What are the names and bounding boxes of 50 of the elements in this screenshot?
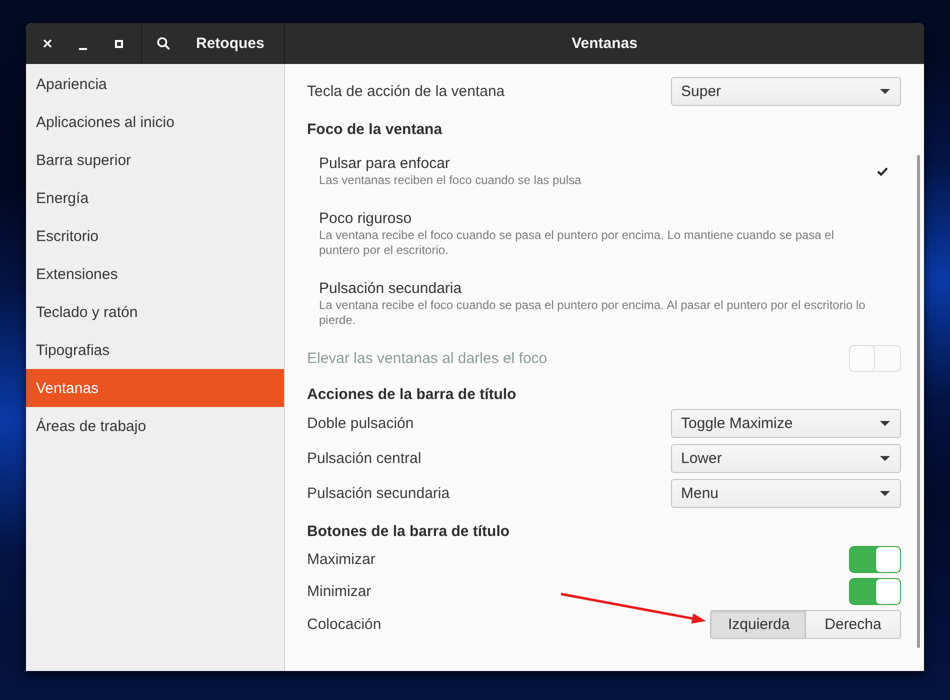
- minimize-icon: [79, 48, 87, 50]
- caret-icon: [880, 89, 890, 94]
- sidebar-item[interactable]: Tipografias: [26, 331, 284, 369]
- section-heading: Botones de la barra de título: [307, 522, 511, 542]
- sidebar-item[interactable]: Áreas de trabajo: [26, 407, 284, 445]
- option-label: Pulsar para enfocar: [319, 155, 450, 173]
- setting-label: Minimizar: [307, 583, 372, 600]
- maximize-icon: [115, 40, 123, 48]
- sidebar-item[interactable]: Teclado y ratón: [26, 293, 284, 331]
- sidebar-item[interactable]: Barra superior: [26, 141, 284, 179]
- dropdown[interactable]: Menu: [671, 479, 901, 508]
- sidebar-item[interactable]: Energía: [26, 179, 284, 217]
- setting-label: Maximizar: [307, 551, 376, 568]
- segment-button[interactable]: Izquierda: [710, 610, 806, 639]
- toggle-switch[interactable]: [849, 546, 901, 573]
- search-icon: [156, 37, 170, 50]
- setting-label: Colocación: [307, 616, 382, 633]
- option-description: Las ventanas reciben el foco cuando se las pulsa: [319, 173, 582, 188]
- dropdown[interactable]: Super: [671, 77, 901, 106]
- app-title: Retoques: [195, 35, 264, 52]
- setting-label: Doble pulsación: [307, 415, 414, 432]
- caret-icon: [880, 456, 890, 461]
- sidebar-item[interactable]: Apariencia: [26, 65, 284, 103]
- sidebar-item[interactable]: Aplicaciones al inicio: [26, 103, 284, 141]
- sidebar-item[interactable]: Escritorio: [26, 217, 284, 255]
- page-title: Ventanas: [572, 35, 638, 52]
- setting-label: Pulsación central: [307, 450, 422, 467]
- caret-icon: [880, 421, 890, 426]
- caret-icon: [880, 491, 890, 496]
- segment-button[interactable]: Derecha: [806, 610, 901, 639]
- setting-label: Elevar las ventanas al darles el foco: [307, 350, 548, 366]
- setting-label: Pulsación secundaria: [307, 485, 450, 502]
- focus-option[interactable]: Pulsación secundaria La ventana recibe el foco cuando se pasa el puntero por encima. Al pasar el puntero por el escritorio lo pierde.: [319, 280, 901, 328]
- section-heading: Acciones de la barra de título: [307, 385, 518, 405]
- sidebar-item[interactable]: Extensiones: [26, 255, 284, 293]
- option-label: Pulsación secundaria: [319, 280, 462, 298]
- section-heading: Foco de la ventana: [307, 120, 444, 140]
- toggle-switch[interactable]: [849, 578, 901, 605]
- option-description: La ventana recibe el foco cuando se pasa el puntero por encima. Al pasar el puntero por el escritorio lo pierde.: [319, 298, 866, 328]
- scrollbar-thumb[interactable]: [917, 155, 920, 648]
- sidebar-item[interactable]: Ventanas: [26, 369, 284, 407]
- close-icon: [42, 39, 52, 48]
- setting-label: Tecla de acción de la ventana: [307, 83, 505, 100]
- option-label: Poco riguroso: [319, 210, 412, 228]
- focus-option[interactable]: Pulsar para enfocar Las ventanas reciben el foco cuando se las pulsa: [319, 155, 901, 188]
- check-icon: [877, 167, 888, 176]
- option-description: La ventana recibe el foco cuando se pasa el puntero por encima. Lo mantiene cuando se pasa el puntero por el escritorio.: [319, 228, 836, 258]
- dropdown[interactable]: Toggle Maximize: [671, 409, 901, 438]
- focus-option[interactable]: Poco riguroso La ventana recibe el foco cuando se pasa el puntero por encima. Lo mantiene cuando se pasa el puntero por el escritorio.: [319, 210, 901, 258]
- dropdown[interactable]: Lower: [671, 444, 901, 473]
